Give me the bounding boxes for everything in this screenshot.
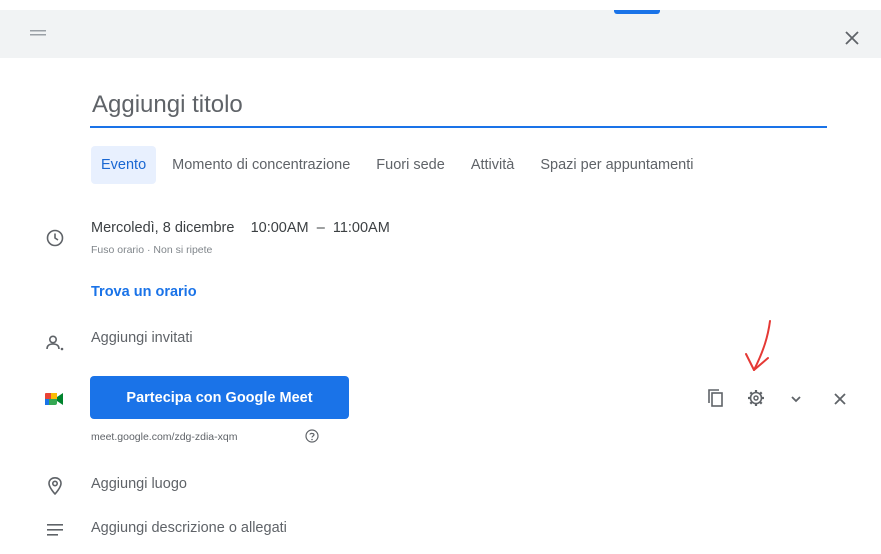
close-icon[interactable] bbox=[841, 27, 863, 49]
location-pin-icon bbox=[48, 476, 62, 496]
clock-icon bbox=[46, 229, 64, 247]
event-datetime: Mercoledì, 8 dicembre 10:00AM – 11:00AM bbox=[91, 220, 390, 236]
time-separator: – bbox=[316, 220, 325, 236]
find-time-link[interactable]: Trova un orario bbox=[91, 284, 197, 300]
google-meet-icon bbox=[45, 393, 63, 405]
add-location-field[interactable]: Aggiungi luogo bbox=[91, 476, 187, 492]
tab-spazi-per-appuntamenti[interactable]: Spazi per appuntamenti bbox=[530, 146, 703, 184]
description-icon bbox=[47, 524, 63, 536]
meet-link[interactable]: meet.google.com/zdg-zdia-xqm bbox=[91, 431, 237, 443]
dialog-header bbox=[0, 10, 881, 58]
event-type-tabs: Evento Momento di concentrazione Fuori s… bbox=[91, 146, 703, 184]
event-date[interactable]: Mercoledì, 8 dicembre bbox=[91, 220, 234, 236]
add-guests-icon bbox=[46, 335, 64, 351]
event-end-time[interactable]: 11:00AM bbox=[333, 220, 390, 236]
remove-meet-icon[interactable] bbox=[829, 388, 851, 410]
drag-handle-icon[interactable] bbox=[30, 27, 46, 39]
chevron-down-icon[interactable] bbox=[785, 388, 807, 410]
tab-evento[interactable]: Evento bbox=[91, 146, 157, 184]
settings-gear-icon[interactable] bbox=[745, 387, 767, 409]
tab-momento-di-concentrazione[interactable]: Momento di concentrazione bbox=[162, 146, 360, 184]
tab-attivita[interactable]: Attività bbox=[461, 146, 525, 184]
tab-fuori-sede[interactable]: Fuori sede bbox=[366, 146, 455, 184]
title-input[interactable] bbox=[90, 84, 827, 128]
copy-icon[interactable] bbox=[705, 387, 727, 409]
add-guests-field[interactable]: Aggiungi invitati bbox=[91, 330, 193, 346]
header-accent bbox=[614, 10, 660, 14]
join-google-meet-button[interactable]: Partecipa con Google Meet bbox=[90, 376, 349, 419]
timezone-recurrence-info[interactable]: Fuso orario · Non si ripete bbox=[91, 244, 212, 256]
help-icon[interactable] bbox=[305, 429, 319, 443]
annotation-arrow bbox=[745, 320, 771, 371]
add-description-field[interactable]: Aggiungi descrizione o allegati bbox=[91, 520, 287, 536]
event-start-time[interactable]: 10:00AM bbox=[251, 220, 309, 236]
